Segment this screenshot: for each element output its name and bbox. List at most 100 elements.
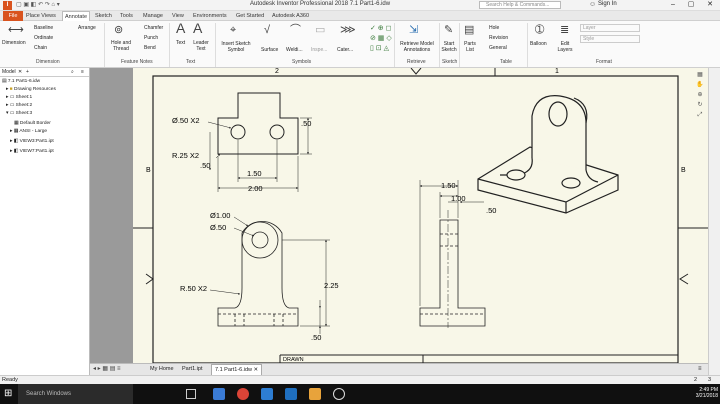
taskbar-clock[interactable]: 2:49 PM 3/21/2018 <box>684 387 718 399</box>
zone-label: B <box>146 167 151 174</box>
tab-tools[interactable]: Tools <box>120 11 133 21</box>
hole-table-button[interactable]: Hole <box>489 25 499 31</box>
parts-list-button[interactable]: Parts List <box>462 41 478 53</box>
tree-item-default-border[interactable]: ▦ Default Border <box>14 120 51 127</box>
quick-access-icons[interactable]: ▢ ▣ ◧ ↶ ↷ ⌂ ▾ <box>16 0 60 11</box>
tree-item-sheet-3[interactable]: ▾ ▭ Sheet:3 <box>6 110 32 117</box>
dim-r25: R.25 X2 <box>172 151 199 160</box>
dim-200: 2.00 <box>248 184 263 193</box>
app-taskbar-icon[interactable] <box>333 388 345 400</box>
taskbar-search-input[interactable]: Search Windows <box>18 384 133 404</box>
view-cube-toolbar[interactable]: ▦ ✋ ⊕ ↻ ⤢ <box>695 70 705 120</box>
tree-item-label: 7.1 Part1-6.idw <box>7 79 41 84</box>
tab-sketch[interactable]: Sketch <box>95 11 112 21</box>
browser-menu-icon[interactable]: ≡ <box>81 68 84 77</box>
tree-item-drawing-resources[interactable]: ▸ ■ Drawing Resources <box>6 86 56 93</box>
clock-date: 3/21/2018 <box>695 393 718 399</box>
browser-close-icon[interactable]: ✕ <box>18 68 22 77</box>
zone-label: B <box>681 167 686 174</box>
app-logo-icon[interactable]: I <box>3 1 12 10</box>
edge-icon[interactable] <box>261 388 273 400</box>
start-sketch-button[interactable]: Start Sketch <box>441 41 457 53</box>
zone-label: 1 <box>555 68 559 75</box>
dimension-button[interactable]: Dimension <box>2 40 26 46</box>
tree-item-label: Default Border <box>19 121 51 126</box>
hole-thread-button[interactable]: Hole and Thread <box>108 40 134 52</box>
tree-item-title-block[interactable]: ▸ ▦ ANSI - Large <box>10 128 47 135</box>
edit-layers-button[interactable]: Edit Layers <box>557 41 573 53</box>
maximize-icon[interactable]: ▢ <box>682 0 700 11</box>
chain-button[interactable]: Chain <box>34 45 47 51</box>
graphics-window[interactable]: 2 1 B B DRAWN Ø.50 X2 R.25 X2 .50 .50 1.… <box>90 68 708 363</box>
bend-button[interactable]: Bend <box>144 45 156 51</box>
panel-divider <box>104 23 105 67</box>
balloon-button[interactable]: Balloon <box>530 41 547 47</box>
hole-thread-icon: ⊚ <box>114 24 124 36</box>
insert-sketch-symbol-button[interactable]: Insert Sketch Symbol <box>217 41 255 53</box>
revision-table-button[interactable]: Revision <box>489 35 508 41</box>
tab-manage[interactable]: Manage <box>143 11 163 21</box>
balloon-icon: ➀ <box>535 24 545 36</box>
close-tab-icon[interactable]: ✕ <box>254 367 259 373</box>
windows-start-icon[interactable]: ⊞ <box>4 389 12 399</box>
style-dropdown[interactable]: Style <box>580 35 640 43</box>
doc-tab-drawing[interactable]: 7.1 Part1-6.idw ✕ <box>211 364 263 375</box>
browser-add-icon[interactable]: + <box>26 68 29 77</box>
text-button[interactable]: Text <box>176 40 185 46</box>
panel-feature-notes: Feature Notes <box>121 59 153 65</box>
leader-text-button[interactable]: Leader Text <box>190 40 212 52</box>
symbol-gallery-icons[interactable]: ✓ ⊕ ◻ ⊘ ▦ ◇ ▯ ⊡ ◬ <box>370 24 392 54</box>
arrange-button[interactable]: Arrange <box>78 25 96 31</box>
surface-button[interactable]: Surface <box>261 47 278 53</box>
tree-item-view7[interactable]: ▸ ◧ VIEW7:Part1.ipt <box>10 148 54 155</box>
punch-button[interactable]: Punch <box>144 35 158 41</box>
tab-get-started[interactable]: Get Started <box>236 11 264 21</box>
tree-item-sheet-2[interactable]: ▸ ▭ Sheet:2 <box>6 102 32 109</box>
chamfer-button[interactable]: Chamfer <box>144 25 163 31</box>
panel-divider <box>527 23 528 67</box>
inventor-taskbar-icon[interactable] <box>309 388 321 400</box>
vertical-scrollbar[interactable] <box>708 68 720 375</box>
ribbon-tabs: File Place Views Annotate Sketch Tools M… <box>0 11 720 21</box>
sign-in-link[interactable]: Sign In <box>598 1 617 7</box>
tab-place-views[interactable]: Place Views <box>26 11 56 21</box>
minimize-icon[interactable]: – <box>664 0 682 11</box>
tree-item-sheet-1[interactable]: ▸ ▭ Sheet:1 <box>6 94 32 101</box>
tab-autodesk-a360[interactable]: Autodesk A360 <box>272 11 309 21</box>
panel-divider <box>394 23 395 67</box>
close-icon[interactable]: ✕ <box>701 0 719 11</box>
welding-button[interactable]: Weldi... <box>286 47 303 53</box>
general-table-button[interactable]: General <box>489 45 507 51</box>
tree-item-view3[interactable]: ▸ ◧ VIEW3:Part1.ipt <box>10 138 54 145</box>
task-view-icon[interactable] <box>186 389 196 399</box>
browser-tab-model[interactable]: Model <box>2 69 16 75</box>
drawing-sheet: 2 1 B B DRAWN Ø.50 X2 R.25 X2 .50 .50 1.… <box>133 68 708 363</box>
tab-overflow-icon[interactable]: ≡ <box>698 364 702 375</box>
doc-tab-label: My Home <box>150 366 174 372</box>
panel-dimension: Dimension <box>36 59 60 65</box>
tree-item-label: ANSI - Large <box>19 129 48 134</box>
chrome-icon[interactable] <box>237 388 249 400</box>
browser-header: Model ✕ + ⌕ ≡ <box>0 68 89 77</box>
file-explorer-icon[interactable] <box>213 388 225 400</box>
baseline-button[interactable]: Baseline <box>34 25 53 31</box>
caterpillar-button[interactable]: Cater... <box>337 47 353 53</box>
layer-dropdown[interactable]: Layer <box>580 24 640 32</box>
dimension-icon: ⟷ <box>8 24 24 36</box>
retrieve-model-annotations-button[interactable]: Retrieve Model Annotations <box>396 41 438 53</box>
tab-nav-icons[interactable]: ◂ ▸ ▦ ▤ ≡ <box>93 364 121 375</box>
media-icon[interactable] <box>285 388 297 400</box>
inspection-button[interactable]: Inspe... <box>311 47 327 53</box>
ordinate-button[interactable]: Ordinate <box>34 35 53 41</box>
dim-225: 2.25 <box>324 281 339 290</box>
doc-tab-my-home[interactable]: My Home <box>147 364 177 375</box>
tree-item-document[interactable]: ▤ 7.1 Part1-6.idw <box>2 78 40 85</box>
tab-annotate[interactable]: Annotate <box>62 11 90 21</box>
parts-list-icon: ▤ <box>464 24 475 36</box>
panel-symbols: Symbols <box>292 59 312 65</box>
tab-file[interactable]: File <box>3 11 23 21</box>
search-help-input[interactable]: Search Help & Commands... <box>479 1 561 9</box>
doc-tab-part1[interactable]: Part1.ipt <box>179 364 205 375</box>
browser-search-icon[interactable]: ⌕ <box>71 68 74 77</box>
user-icon[interactable]: ☺ <box>589 1 596 8</box>
